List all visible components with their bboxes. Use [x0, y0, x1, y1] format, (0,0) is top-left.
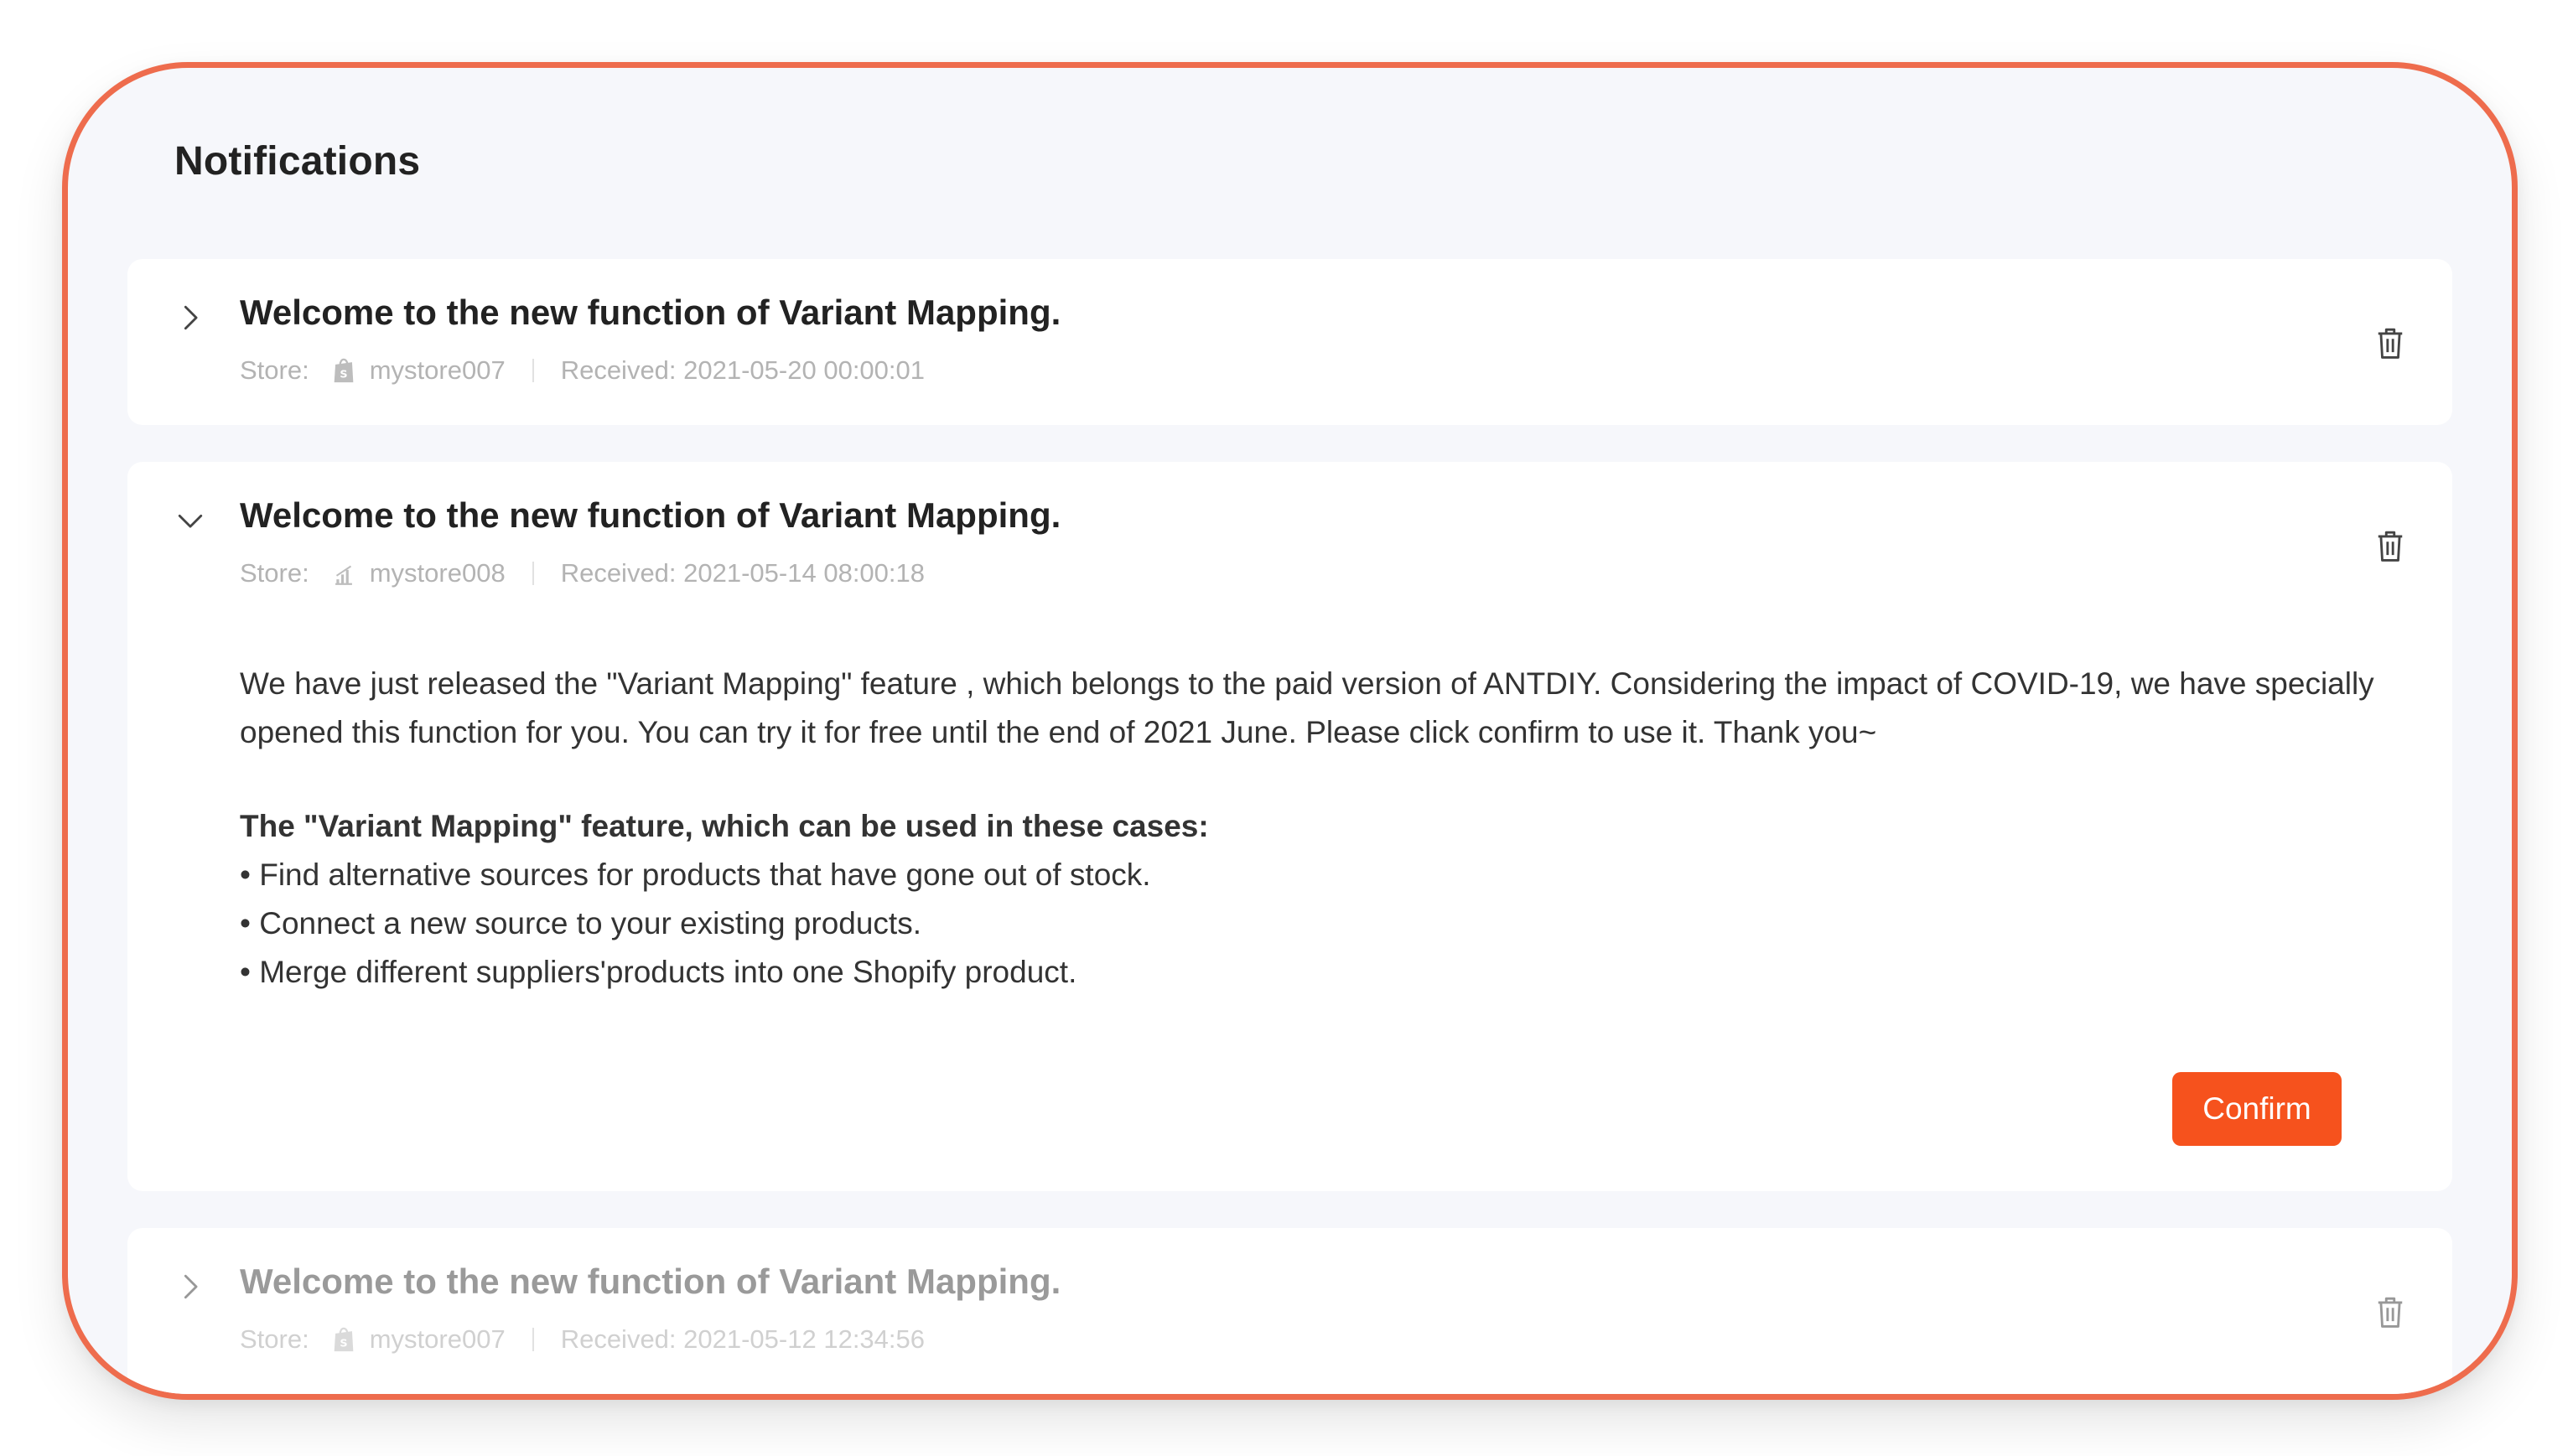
notification-meta: Store: S mystore007 Received: 2021-05-12… [240, 1324, 925, 1355]
store-label: Store: [240, 355, 309, 385]
meta-divider [532, 1328, 534, 1351]
svg-text:S: S [340, 1338, 347, 1350]
list-item: Merge different suppliers'products into … [240, 948, 1209, 997]
notification-meta: Store: S mystore007 Received: 2021-05-20… [240, 355, 925, 386]
shopify-bag-icon: S [331, 356, 356, 385]
use-cases: The "Variant Mapping" feature, which can… [240, 802, 1209, 997]
notification-body: We have just released the "Variant Mappi… [240, 666, 2374, 749]
list-item: Connect a new source to your existing pr… [240, 899, 1209, 948]
list-item: Find alternative sources for products th… [240, 851, 1209, 899]
store-chart-icon [331, 559, 356, 588]
store-name: mystore008 [369, 558, 506, 588]
notification-card-expanded: Welcome to the new function of Variant M… [127, 462, 2452, 1191]
svg-text:S: S [340, 369, 347, 381]
trash-icon[interactable] [2373, 527, 2407, 564]
notification-card: Welcome to the new function of Variant M… [127, 259, 2452, 425]
chevron-down-icon[interactable] [175, 505, 205, 536]
use-cases-title: The "Variant Mapping" feature, which can… [240, 809, 1209, 843]
received-time: Received: 2021-05-14 08:00:18 [560, 558, 926, 588]
use-cases-list: Find alternative sources for products th… [240, 851, 1209, 997]
page-title: Notifications [174, 139, 421, 184]
confirm-button[interactable]: Confirm [2172, 1072, 2342, 1146]
trash-icon[interactable] [2373, 324, 2407, 361]
notification-meta: Store: mystore008 Received: 2021-05-14 0… [240, 558, 925, 588]
notification-card: Welcome to the new function of Variant M… [127, 1228, 2452, 1394]
store-label: Store: [240, 558, 309, 588]
meta-divider [532, 359, 534, 382]
chevron-right-icon[interactable] [175, 1272, 205, 1302]
received-time: Received: 2021-05-12 12:34:56 [560, 1324, 926, 1354]
notification-title[interactable]: Welcome to the new function of Variant M… [240, 495, 1061, 536]
store-label: Store: [240, 1324, 309, 1354]
notification-title[interactable]: Welcome to the new function of Variant M… [240, 293, 1061, 333]
received-time: Received: 2021-05-20 00:00:01 [560, 355, 926, 385]
shopify-bag-icon: S [331, 1325, 356, 1354]
notification-title[interactable]: Welcome to the new function of Variant M… [240, 1262, 1061, 1302]
notifications-window: Notifications Welcome to the new functio… [62, 62, 2518, 1400]
meta-divider [532, 562, 534, 585]
trash-icon[interactable] [2373, 1293, 2407, 1330]
store-name: mystore007 [369, 355, 506, 385]
chevron-right-icon[interactable] [175, 303, 205, 333]
store-name: mystore007 [369, 1324, 506, 1354]
